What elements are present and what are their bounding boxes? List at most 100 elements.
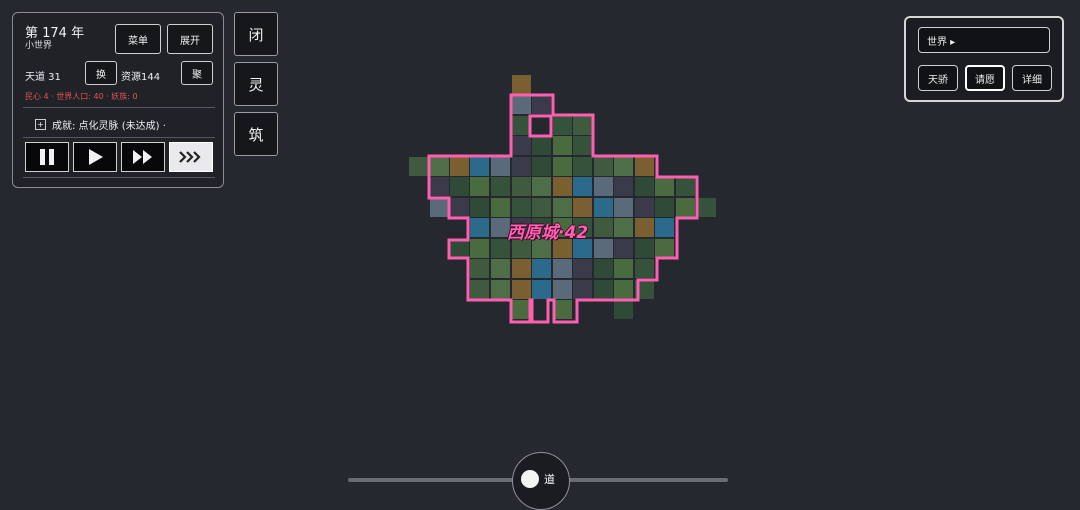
map-tile[interactable] (491, 177, 510, 196)
map-tile[interactable] (512, 300, 531, 319)
map-tile[interactable] (614, 300, 633, 319)
dao-label: 道 (544, 473, 555, 486)
map-tile[interactable] (553, 116, 572, 135)
map-tile[interactable] (553, 177, 572, 196)
map-tile[interactable] (450, 198, 469, 217)
pause-button[interactable] (25, 142, 69, 172)
map-tile[interactable] (573, 157, 592, 176)
play-icon (89, 149, 103, 165)
achievement-row[interactable]: + 成就: 点化灵脉 (未达成) · (35, 117, 166, 132)
gather-button[interactable]: 聚 (181, 61, 213, 85)
spirit-button[interactable]: 灵 (234, 62, 278, 106)
map-tile[interactable] (655, 239, 674, 258)
map-tile[interactable] (635, 218, 654, 237)
map-tile[interactable] (614, 177, 633, 196)
map-tile[interactable] (635, 259, 654, 278)
map-tile[interactable] (655, 198, 674, 217)
city-label[interactable]: 西原城·42 (507, 218, 588, 243)
map-tile[interactable] (553, 157, 572, 176)
world-selector[interactable]: 世界 ▸ (918, 27, 1050, 53)
map-tile[interactable] (553, 136, 572, 155)
map-tile[interactable] (450, 157, 469, 176)
map-tile[interactable] (614, 218, 633, 237)
map-tile[interactable] (430, 198, 449, 217)
map-tile[interactable] (532, 280, 551, 299)
prodigy-button[interactable]: 天骄 (918, 65, 958, 91)
map-tile[interactable] (676, 177, 695, 196)
map-tile[interactable] (573, 280, 592, 299)
map-tile[interactable] (470, 239, 489, 258)
map-tile[interactable] (512, 116, 531, 135)
seclusion-button[interactable]: 闭 (234, 12, 278, 56)
map-tile[interactable] (635, 157, 654, 176)
map-tile[interactable] (491, 280, 510, 299)
map-tile[interactable] (614, 157, 633, 176)
map-tile[interactable] (614, 280, 633, 299)
plus-square-icon[interactable]: + (35, 119, 46, 130)
map-tile[interactable] (614, 259, 633, 278)
map-tile[interactable] (553, 300, 572, 319)
map-tile[interactable] (614, 198, 633, 217)
map-tile[interactable] (532, 136, 551, 155)
map-tile[interactable] (697, 198, 716, 217)
map-tile[interactable] (470, 259, 489, 278)
map-tile[interactable] (470, 157, 489, 176)
swap-button[interactable]: 换 (85, 61, 117, 85)
map-tile[interactable] (532, 259, 551, 278)
map-tile[interactable] (635, 177, 654, 196)
map-tile[interactable] (573, 259, 592, 278)
map-tile[interactable] (409, 157, 428, 176)
map-tile[interactable] (470, 177, 489, 196)
map-tile[interactable] (594, 198, 613, 217)
map-tile[interactable] (491, 259, 510, 278)
map-tile[interactable] (512, 95, 531, 114)
map-tile[interactable] (430, 177, 449, 196)
map-tile[interactable] (594, 157, 613, 176)
map-tile[interactable] (573, 198, 592, 217)
map-tile[interactable] (594, 280, 613, 299)
map-tile[interactable] (553, 198, 572, 217)
map-tile[interactable] (553, 259, 572, 278)
map-tile[interactable] (532, 198, 551, 217)
map-tile[interactable] (655, 218, 674, 237)
map-tile[interactable] (491, 198, 510, 217)
map-tile[interactable] (430, 157, 449, 176)
map-tile[interactable] (573, 136, 592, 155)
details-button[interactable]: 详细 (1012, 65, 1052, 91)
map-tile[interactable] (512, 136, 531, 155)
expand-button[interactable]: 展开 (167, 24, 213, 54)
map-tile[interactable] (655, 177, 674, 196)
map-tile[interactable] (614, 239, 633, 258)
map-tile[interactable] (532, 157, 551, 176)
map-tile[interactable] (512, 198, 531, 217)
petition-button[interactable]: 请愿 (965, 65, 1005, 91)
play-button[interactable] (73, 142, 117, 172)
map-tile[interactable] (573, 177, 592, 196)
map-tile[interactable] (635, 239, 654, 258)
map-tile[interactable] (573, 116, 592, 135)
map-tile[interactable] (532, 177, 551, 196)
fastest-button[interactable] (169, 142, 213, 172)
map-tile[interactable] (470, 218, 489, 237)
map-tile[interactable] (491, 157, 510, 176)
map-tile[interactable] (450, 177, 469, 196)
map-tile[interactable] (594, 239, 613, 258)
map-tile[interactable] (470, 280, 489, 299)
map-tile[interactable] (594, 177, 613, 196)
map-tile[interactable] (512, 75, 531, 94)
build-button[interactable]: 筑 (234, 112, 278, 156)
fast-forward-button[interactable] (121, 142, 165, 172)
map-tile[interactable] (553, 280, 572, 299)
map-tile[interactable] (512, 259, 531, 278)
map-tile[interactable] (470, 198, 489, 217)
menu-button[interactable]: 菜单 (115, 24, 161, 54)
map-tile[interactable] (512, 280, 531, 299)
map-tile[interactable] (594, 259, 613, 278)
map-tile[interactable] (450, 239, 469, 258)
map-tile[interactable] (512, 177, 531, 196)
map-tile[interactable] (594, 218, 613, 237)
map-tile[interactable] (512, 157, 531, 176)
map-tile[interactable] (676, 198, 695, 217)
map-tile[interactable] (532, 95, 551, 114)
map-tile[interactable] (635, 198, 654, 217)
